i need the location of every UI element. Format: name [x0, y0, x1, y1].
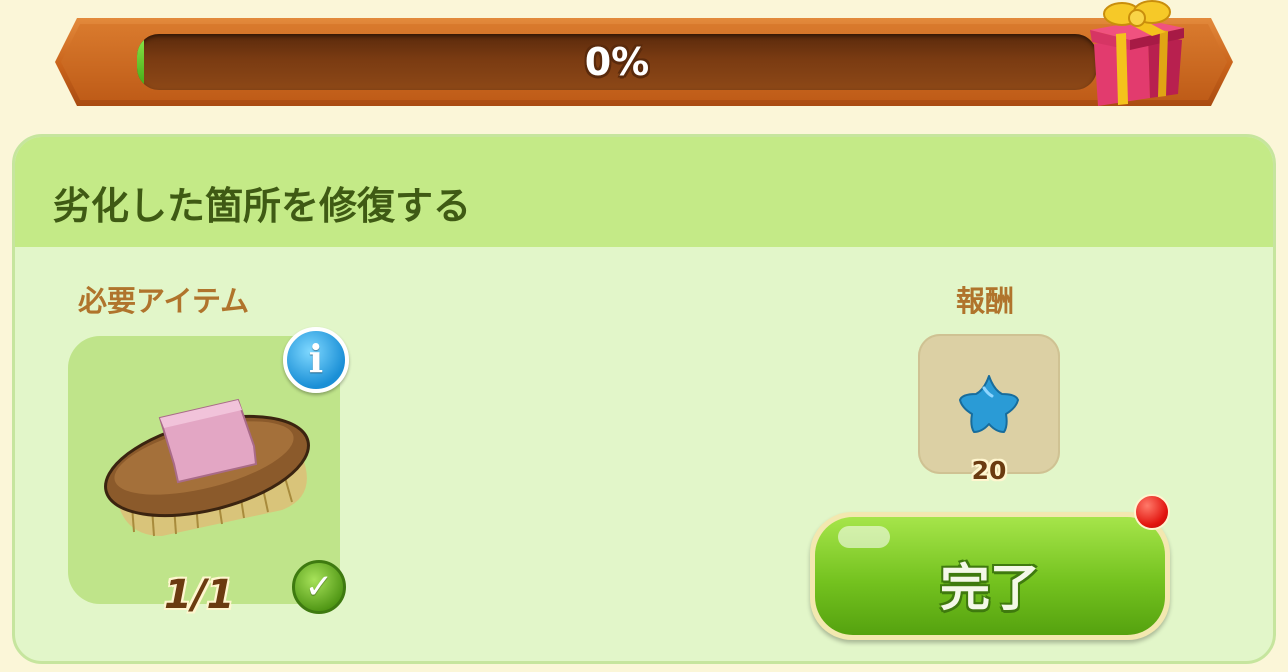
gift-box-icon[interactable]: [1086, 0, 1186, 108]
reward-label: 報酬: [956, 284, 1015, 318]
info-icon[interactable]: i: [283, 327, 349, 393]
checkmark-icon: ✓: [292, 560, 346, 614]
progress-percent: 0%: [584, 40, 650, 84]
quest-screen: 0% 劣化した箇所を修復する 必要アイテム 報酬 i 1/1 ✓ 20 完了: [0, 0, 1288, 672]
progress-bar: 0%: [137, 34, 1097, 90]
reward-card[interactable]: [918, 334, 1060, 474]
button-shine: [838, 526, 890, 548]
item-count: 1/1: [164, 572, 235, 618]
blue-star-icon: [954, 372, 1024, 440]
notification-dot: [1134, 494, 1170, 530]
task-title: 劣化した箇所を修復する: [53, 184, 472, 228]
reward-amount: 20: [971, 456, 1007, 485]
complete-button[interactable]: 完了: [810, 512, 1170, 640]
complete-button-label: 完了: [940, 559, 1040, 617]
required-items-label: 必要アイテム: [78, 284, 250, 318]
brush-icon: [82, 386, 332, 560]
